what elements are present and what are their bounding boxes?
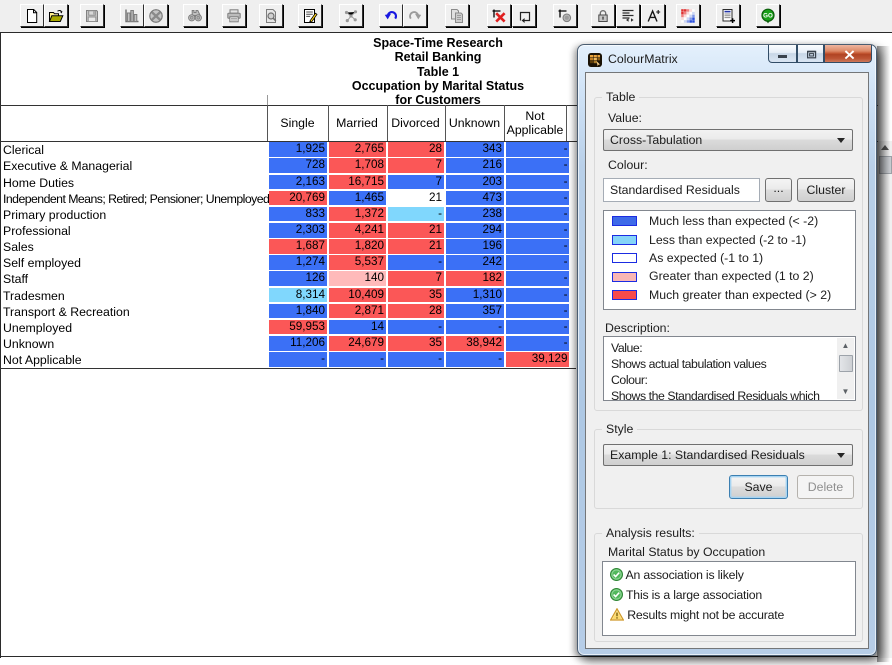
svg-text:GO: GO bbox=[763, 12, 773, 19]
